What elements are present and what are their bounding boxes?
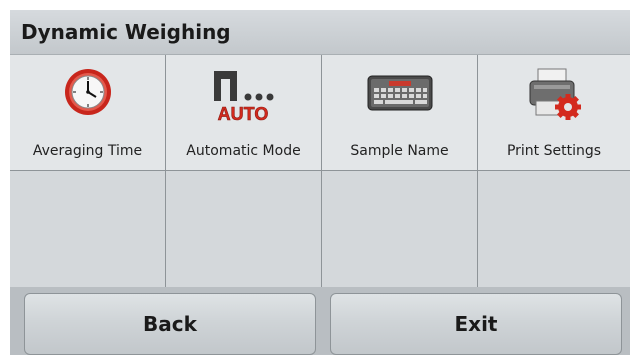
grid-divider	[10, 170, 630, 171]
empty-cell	[322, 171, 477, 287]
grid-divider	[165, 55, 166, 287]
auto-mode-icon-text: AUTO	[217, 104, 268, 123]
title-bar: Dynamic Weighing	[10, 10, 630, 55]
keyboard-icon	[367, 75, 433, 115]
menu-item-print-settings[interactable]: Print Settings	[478, 55, 630, 170]
page-title: Dynamic Weighing	[21, 20, 231, 44]
back-button[interactable]: Back	[24, 293, 316, 355]
empty-cell	[166, 171, 321, 287]
grid-divider	[477, 55, 478, 287]
menu-item-averaging-time[interactable]: Averaging Time	[10, 55, 165, 170]
menu-item-automatic-mode[interactable]: AUTO Automatic Mode	[166, 55, 321, 170]
menu-grid: Averaging Time AUTO Automatic Mode Sampl…	[10, 55, 630, 287]
empty-cell	[478, 171, 630, 287]
clock-icon	[63, 67, 113, 121]
menu-item-label: Automatic Mode	[186, 143, 301, 159]
menu-item-label: Sample Name	[350, 143, 449, 159]
printer-settings-icon	[524, 67, 584, 127]
footer-bar: Back Exit	[10, 287, 630, 355]
exit-button[interactable]: Exit	[330, 293, 622, 355]
grid-divider	[321, 55, 322, 287]
auto-mode-icon: AUTO	[208, 67, 280, 127]
screen: Dynamic Weighing Averaging Time AUTO Aut…	[10, 10, 630, 355]
empty-cell	[10, 171, 165, 287]
menu-item-label: Print Settings	[506, 143, 602, 159]
menu-item-label: Averaging Time	[32, 143, 143, 159]
menu-item-sample-name[interactable]: Sample Name	[322, 55, 477, 170]
